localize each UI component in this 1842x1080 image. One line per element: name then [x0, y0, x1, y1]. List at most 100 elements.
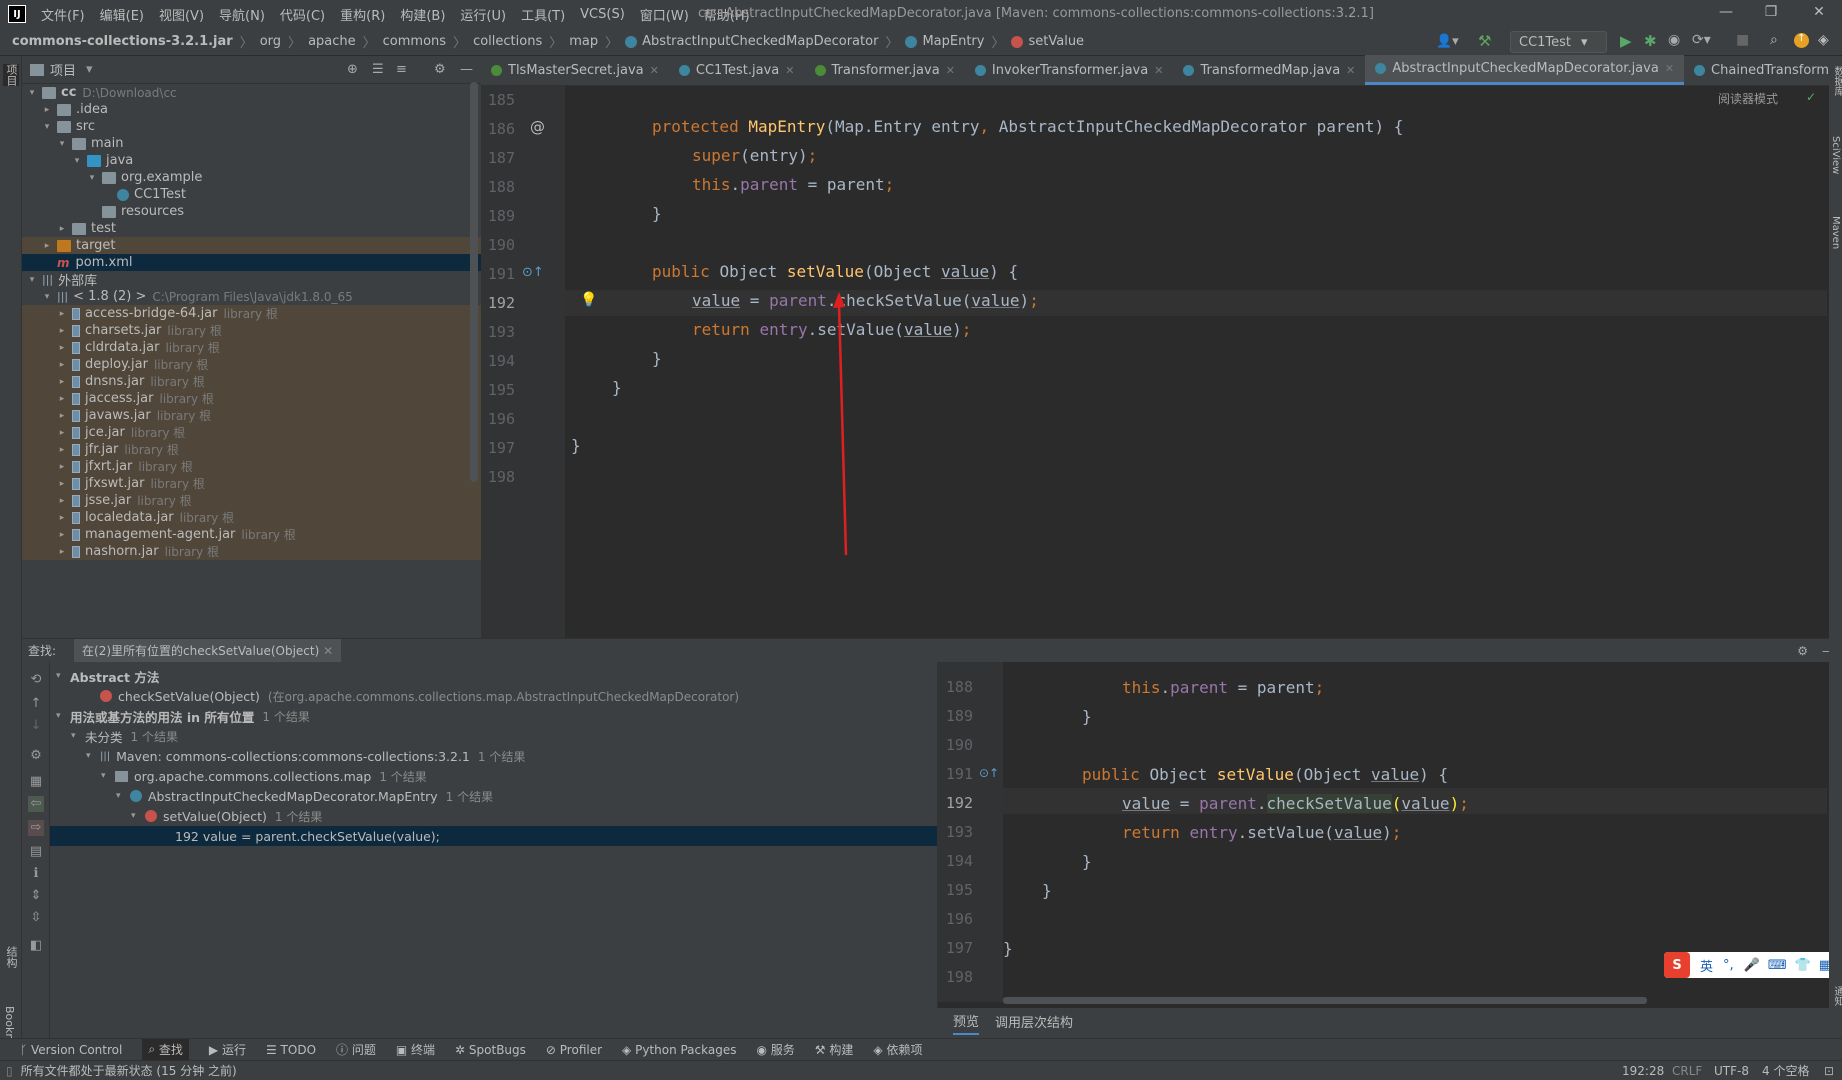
toolwindow-find[interactable]: ⌕ 查找	[142, 1039, 189, 1060]
menu-edit[interactable]: 编辑(E)	[100, 5, 144, 24]
project-panel-title[interactable]: 项目	[50, 60, 76, 79]
stop-icon[interactable]: ■	[1736, 32, 1749, 48]
find-tree-item[interactable]: ▾ 未分类 1 个结果	[50, 726, 937, 746]
search-icon[interactable]: ⌕	[1770, 32, 1778, 48]
gear-icon[interactable]: ⚙	[1797, 644, 1808, 658]
find-tree-item[interactable]: ▾ org.apache.commons.collections.map 1 个结果	[50, 766, 937, 786]
find-tree-item[interactable]: ▾ ||| Maven: commons-collections:commons-c…	[50, 746, 937, 766]
tree-item[interactable]: ▸ test	[22, 220, 481, 237]
chevron-icon[interactable]: ▸	[56, 428, 68, 438]
close-icon[interactable]: ✕	[1346, 64, 1355, 77]
chevron-icon[interactable]: ▾	[131, 811, 145, 821]
chevron-icon[interactable]: ▸	[56, 309, 68, 319]
toolwindow-services[interactable]: ◉ 服务	[756, 1041, 794, 1058]
read-access-icon[interactable]: ⇦	[28, 796, 44, 812]
profile-icon[interactable]: ⟳▾	[1692, 32, 1711, 48]
debug-icon[interactable]: ✱	[1644, 32, 1657, 50]
chevron-icon[interactable]: ▸	[41, 105, 53, 115]
chevron-icon[interactable]: ▸	[56, 547, 68, 557]
close-icon[interactable]: ✕	[1154, 64, 1163, 77]
tree-item[interactable]: ▸ jsse.jar library 根	[22, 492, 481, 509]
tree-item[interactable]: ▾ ||| 外部库	[22, 271, 481, 289]
breadcrumb-collections[interactable]: collections	[473, 34, 542, 49]
toolwindow-profiler[interactable]: ⊘ Profiler	[546, 1043, 602, 1057]
tab-transformer[interactable]: Transformer.java ✕	[805, 55, 965, 85]
chevron-icon[interactable]: ▾	[26, 275, 38, 285]
tree-item[interactable]: ▸ cldrdata.jar library 根	[22, 339, 481, 356]
close-icon[interactable]: ✕	[323, 644, 333, 658]
toolwindow-build[interactable]: ⚒ 构建	[815, 1041, 854, 1058]
chevron-icon[interactable]: ▸	[56, 343, 68, 353]
tab-call-hierarchy[interactable]: 调用层次结构	[995, 1012, 1073, 1034]
chevron-icon[interactable]: ▾	[56, 711, 70, 721]
preview-toggle-icon[interactable]: ◧	[28, 938, 44, 954]
tree-item[interactable]: CC1Test	[22, 186, 481, 203]
lightbulb-icon[interactable]: 💡	[580, 292, 597, 308]
tree-item[interactable]: ▸ jfr.jar library 根	[22, 441, 481, 458]
tab-preview[interactable]: 预览	[953, 1011, 980, 1035]
tree-item[interactable]: ▸ nashorn.jar library 根	[22, 543, 481, 560]
reader-mode-button[interactable]: 阅读器模式	[1718, 90, 1778, 107]
lock-icon[interactable]: ⊡	[1824, 1064, 1834, 1078]
toolwindow-todo[interactable]: ☰ TODO	[266, 1043, 316, 1057]
expand-all-icon[interactable]: ⇕	[28, 888, 44, 904]
chevron-icon[interactable]: ▾	[41, 122, 53, 132]
find-tree-item[interactable]: checkSetValue(Object) (在org.apache.common…	[50, 686, 937, 706]
skin-icon[interactable]: 👕	[1795, 958, 1811, 973]
tree-item[interactable]: ▸ .idea	[22, 101, 481, 118]
override-at-icon[interactable]: @	[530, 118, 545, 136]
toolwindow-version-control[interactable]: ᚴ Version Control	[20, 1043, 122, 1057]
menu-file[interactable]: 文件(F)	[41, 5, 85, 24]
tree-item[interactable]: ▾ src	[22, 118, 481, 135]
structure-tool-tab[interactable]: 结构	[3, 946, 19, 968]
menu-view[interactable]: 视图(V)	[159, 5, 204, 24]
tab-invokertransformer[interactable]: InvokerTransformer.java ✕	[965, 55, 1174, 85]
expand-all-icon[interactable]: ☰	[372, 62, 384, 77]
tree-item[interactable]: ▸ charsets.jar library 根	[22, 322, 481, 339]
collapse-all-icon[interactable]: ≡	[396, 62, 407, 77]
menu-window[interactable]: 窗口(W)	[640, 5, 689, 24]
breadcrumb-method[interactable]: setValue	[1011, 34, 1084, 49]
info-icon[interactable]: ℹ	[28, 866, 44, 882]
chevron-icon[interactable]: ▾	[101, 771, 115, 781]
tree-item[interactable]: ▸ dnsns.jar library 根	[22, 373, 481, 390]
arrow-up-icon[interactable]: ↑	[28, 696, 44, 712]
breadcrumb-map[interactable]: map	[569, 34, 598, 49]
toolwindow-run[interactable]: ▶ 运行	[209, 1041, 246, 1058]
close-icon[interactable]: ✕	[1665, 62, 1674, 75]
toolwindow-dependencies[interactable]: ◈ 依赖项	[873, 1041, 922, 1058]
tab-transformedmap[interactable]: TransformedMap.java ✕	[1173, 55, 1365, 85]
chevron-icon[interactable]: ▾	[116, 791, 130, 801]
chevron-icon[interactable]: ▾	[41, 292, 53, 302]
tab-cc1test[interactable]: CC1Test.java ✕	[669, 55, 805, 85]
find-results-tab[interactable]: 在(2)里所有位置的checkSetValue(Object) ✕	[74, 639, 342, 662]
chevron-icon[interactable]: ▸	[56, 411, 68, 421]
database-tool-tab[interactable]: 数据库	[1830, 66, 1842, 96]
chevron-icon[interactable]: ▸	[56, 360, 68, 370]
tree-item[interactable]: ▾ main	[22, 135, 481, 152]
update-icon[interactable]: ↑	[1794, 33, 1809, 48]
overrides-method-icon[interactable]: ⊙↑	[979, 766, 999, 780]
menu-build[interactable]: 构建(B)	[400, 5, 445, 24]
locate-icon[interactable]: ⊕	[347, 62, 358, 77]
write-access-icon[interactable]: ⇨	[28, 820, 44, 836]
chevron-icon[interactable]: ▸	[56, 496, 68, 506]
toolwindow-python-packages[interactable]: ◈ Python Packages	[622, 1043, 736, 1057]
sciview-tool-tab[interactable]: SciView	[1830, 136, 1841, 174]
tree-item[interactable]: ▸ deploy.jar library 根	[22, 356, 481, 373]
keyboard-icon[interactable]: ⌨	[1768, 958, 1787, 973]
filter-imports-icon[interactable]: ▤	[28, 844, 44, 860]
close-icon[interactable]: ✕	[946, 64, 955, 77]
chevron-icon[interactable]: ▾	[56, 139, 68, 149]
chevron-icon[interactable]: ▾	[71, 731, 85, 741]
inspection-ok-icon[interactable]: ✓	[1806, 90, 1816, 104]
tree-item[interactable]: ▾ org.example	[22, 169, 481, 186]
close-icon[interactable]: ✕	[650, 64, 659, 77]
caret-position[interactable]: 192:28	[1622, 1064, 1664, 1078]
tree-item[interactable]: m pom.xml	[22, 254, 481, 271]
project-tool-tab[interactable]: 项目	[3, 64, 19, 86]
tree-item[interactable]: ▾ ||| < 1.8 (2) > C:\Program Files\Java\jdk…	[22, 288, 481, 305]
chevron-icon[interactable]: ▸	[56, 513, 68, 523]
menu-run[interactable]: 运行(U)	[460, 5, 506, 24]
chevron-icon[interactable]: ▸	[56, 479, 68, 489]
